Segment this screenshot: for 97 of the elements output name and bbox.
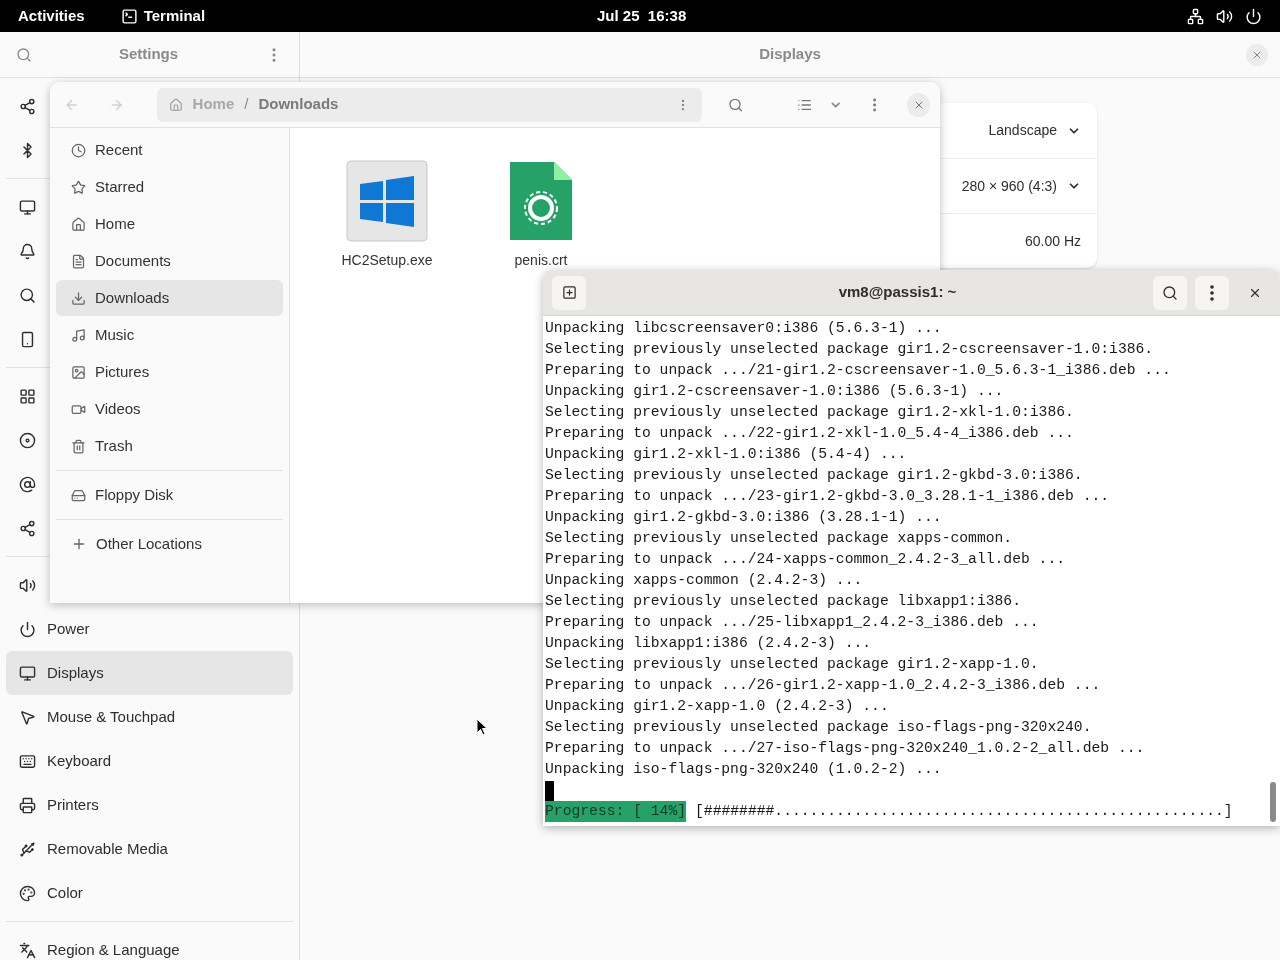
terminal-line: Unpacking gir1.2-cscreensaver-1.0:i386 (5.6.3-1) ... bbox=[545, 382, 1005, 401]
places-item[interactable]: Starred bbox=[56, 169, 283, 205]
terminal-line: Unpacking gir1.2-xapp-1.0 (2.4.2-3) ... bbox=[545, 697, 890, 716]
clock[interactable]: Jul 25 16:38 bbox=[597, 4, 687, 28]
progress-label: Progress: [ 14%] bbox=[545, 801, 687, 822]
dropdown-value[interactable]: Landscape bbox=[988, 120, 1057, 141]
menu-button[interactable] bbox=[1195, 275, 1229, 310]
sidebar-item-icon bbox=[19, 708, 36, 726]
mouse-pointer-icon bbox=[476, 718, 488, 736]
terminal-line: Unpacking iso-flags-png-320x240 (1.0.2-2) ... bbox=[545, 760, 943, 779]
places-item[interactable]: Documents bbox=[56, 243, 283, 279]
places-item[interactable]: Home bbox=[56, 206, 283, 242]
power-icon[interactable] bbox=[1245, 7, 1262, 25]
path-separator: / bbox=[244, 94, 249, 115]
device-icon[interactable] bbox=[19, 330, 36, 348]
terminal-line: Selecting previously unselected package iso-flags-png-320x240. bbox=[545, 718, 1093, 737]
sidebar-item-icon bbox=[19, 941, 36, 959]
places-item[interactable]: Pictures bbox=[56, 354, 283, 390]
panel-title: Displays bbox=[759, 44, 821, 65]
sidebar-item[interactable]: Displays bbox=[6, 651, 293, 695]
app-name[interactable]: Terminal bbox=[143, 4, 206, 28]
sidebar-item-icon bbox=[19, 664, 36, 682]
sidebar-item[interactable]: Keyboard bbox=[6, 739, 293, 783]
home-icon bbox=[71, 216, 86, 232]
search-button[interactable] bbox=[1153, 275, 1187, 310]
new-tab-icon bbox=[561, 285, 577, 300]
download-icon bbox=[71, 290, 86, 306]
plus-icon bbox=[71, 536, 87, 552]
settings-title: Settings bbox=[117, 44, 180, 65]
terminal-cursor bbox=[545, 780, 554, 801]
terminal-line: Preparing to unpack .../27-iso-flags-png-320x240_1.0.2-2_all.deb ... bbox=[545, 739, 1146, 758]
home-icon bbox=[168, 97, 183, 112]
terminal-line: Preparing to unpack .../25-libxapp1_2.4.2-3_i386.deb ... bbox=[545, 613, 1040, 632]
at-sign-icon[interactable] bbox=[19, 475, 36, 493]
file-name[interactable]: HC2Setup.exe bbox=[341, 252, 433, 268]
sidebar-item[interactable]: Mouse & Touchpad bbox=[6, 695, 293, 739]
terminal-line: Selecting previously unselected package xapps-common. bbox=[545, 529, 1014, 548]
places-item[interactable]: Downloads bbox=[56, 280, 283, 316]
places-item[interactable]: Videos bbox=[56, 391, 283, 427]
sidebar-item[interactable]: Color bbox=[6, 871, 293, 915]
terminal-line: Preparing to unpack .../23-gir1.2-gkbd-3.0_3.28.1-1_i386.deb ... bbox=[545, 487, 1111, 506]
terminal-app-icon bbox=[120, 7, 138, 25]
sidebar-item[interactable]: Region & Language bbox=[6, 928, 293, 960]
document-icon bbox=[71, 253, 86, 269]
terminal-line: Selecting previously unselected package gir1.2-cscreensaver-1.0:i386. bbox=[545, 340, 1155, 359]
places-item[interactable]: Floppy Disk bbox=[56, 477, 283, 513]
terminal-line: Unpacking libxapp1:i386 (2.4.2-3) ... bbox=[545, 634, 873, 653]
places-item[interactable]: Music bbox=[56, 317, 283, 353]
sidebar-item-icon bbox=[19, 840, 36, 858]
monitor-icon[interactable] bbox=[19, 198, 36, 216]
terminal-line: Selecting previously unselected package gir1.2-xapp-1.0. bbox=[545, 655, 1040, 674]
scrollbar-thumb[interactable] bbox=[1270, 782, 1276, 822]
activities-button[interactable]: Activities bbox=[18, 4, 85, 28]
new-tab-button[interactable] bbox=[552, 275, 586, 310]
certificate-file-icon bbox=[508, 160, 574, 242]
terminal-line: Unpacking libcscreensaver0:i386 (5.6.3-1) ... bbox=[545, 319, 943, 338]
speaker-icon[interactable] bbox=[19, 576, 36, 594]
places-item[interactable]: Other Locations bbox=[56, 526, 283, 562]
star-icon bbox=[71, 179, 86, 195]
terminal-line: Preparing to unpack .../26-gir1.2-xapp-1.0_2.4.2-3_i386.deb ... bbox=[545, 676, 1102, 695]
volume-icon[interactable] bbox=[1216, 7, 1233, 25]
terminal-line: Selecting previously unselected package gir1.2-gkbd-3.0:i386. bbox=[545, 466, 1084, 485]
places-item[interactable]: Recent bbox=[56, 132, 283, 168]
sidebar-item-icon bbox=[19, 752, 36, 770]
music-icon bbox=[71, 327, 86, 343]
sidebar-item-icon bbox=[19, 796, 36, 814]
search-icon[interactable] bbox=[19, 286, 36, 304]
sidebar-item[interactable]: Power bbox=[6, 607, 293, 651]
sidebar-item-icon bbox=[19, 884, 36, 902]
terminal-line: Unpacking gir1.2-gkbd-3.0:i386 (3.28.1-1) ... bbox=[545, 508, 943, 527]
disc-icon[interactable] bbox=[19, 431, 36, 449]
terminal-line: Unpacking gir1.2-xkl-1.0:i386 (5.4-4) ... bbox=[545, 445, 908, 464]
terminal-line: Unpacking xapps-common (2.4.2-3) ... bbox=[545, 571, 864, 590]
progress-bar-text: [########...................................................] bbox=[695, 802, 1233, 821]
option-value[interactable]: 60.00 Hz bbox=[1024, 230, 1081, 252]
places-item[interactable]: Trash bbox=[56, 428, 283, 464]
terminal-line: Preparing to unpack .../22-gir1.2-xkl-1.0_5.4-4_i386.deb ... bbox=[545, 424, 1075, 443]
menu-icon bbox=[1210, 284, 1214, 301]
search-icon bbox=[1162, 284, 1178, 301]
notification-icon[interactable] bbox=[19, 242, 36, 260]
trash-icon bbox=[71, 438, 86, 454]
path-button[interactable]: Downloads bbox=[258, 93, 339, 116]
sidebar-item[interactable]: Printers bbox=[6, 783, 293, 827]
file-name[interactable]: penis.crt bbox=[514, 252, 568, 268]
grid-icon[interactable] bbox=[19, 387, 36, 405]
terminal-line: Preparing to unpack .../24-xapps-common_2.4.2-3_all.deb ... bbox=[545, 550, 1067, 569]
sidebar-item[interactable]: Removable Media bbox=[6, 827, 293, 871]
terminal-line: Preparing to unpack .../21-gir1.2-cscreensaver-1.0_5.6.3-1_i386.deb ... bbox=[545, 361, 1172, 380]
clock-icon bbox=[71, 142, 86, 158]
sidebar-item-icon bbox=[19, 620, 36, 638]
dropdown-value[interactable]: 280 × 960 (4:3) bbox=[961, 175, 1057, 197]
terminal-title: vm8@passis1: ~ bbox=[838, 282, 957, 303]
share-icon[interactable] bbox=[19, 519, 36, 537]
picture-icon bbox=[71, 364, 86, 380]
terminal-line: Selecting previously unselected package libxapp1:i386. bbox=[545, 592, 1022, 611]
terminal-line: Selecting previously unselected package gir1.2-xkl-1.0:i386. bbox=[545, 403, 1075, 422]
windows-logo-icon bbox=[346, 160, 428, 242]
